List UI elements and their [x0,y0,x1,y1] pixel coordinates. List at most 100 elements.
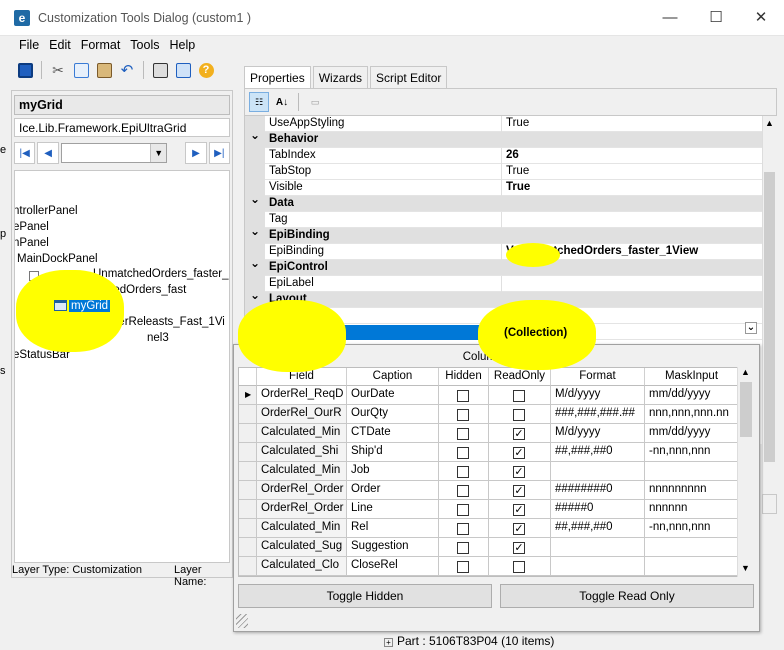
cell-field[interactable]: OrderRel_Order [257,481,347,500]
row-selector[interactable] [239,538,257,557]
cell-caption[interactable]: OurQty [347,405,439,424]
save-button[interactable] [14,59,36,81]
cell-readonly[interactable]: ✓ [489,500,551,519]
cell-hidden[interactable] [439,443,489,462]
help-button[interactable]: ? [195,59,217,81]
cell-field[interactable]: OrderRel_Order [257,500,347,519]
chevron-down-icon[interactable]: ⌄ [745,322,757,334]
property-value[interactable] [501,276,762,292]
property-row[interactable]: UseAppStyling True [245,116,762,132]
columns-value[interactable]: (Collection) [504,327,567,339]
cell-format[interactable] [551,462,645,481]
tree-item[interactable]: nel3 [147,332,169,344]
tab-properties[interactable]: Properties [244,66,311,88]
table-row[interactable]: OrderRel_Order Order ✓ ########0 nnnnnnnnn [239,481,739,500]
checkbox[interactable] [457,504,469,516]
alphabetical-button[interactable]: A↓ [272,92,292,112]
print-button[interactable] [149,59,171,81]
tab-script-editor[interactable]: Script Editor [370,66,448,88]
checkbox[interactable] [513,390,525,402]
checkbox[interactable] [457,447,469,459]
cell-hidden[interactable] [439,519,489,538]
tree-item[interactable]: nPanel [15,237,49,249]
cell-caption[interactable]: Job [347,462,439,481]
cell-format[interactable]: ########0 [551,481,645,500]
cell-readonly[interactable] [489,405,551,424]
menu-format[interactable]: Format [76,36,126,56]
part-tree-item[interactable]: + Part : 5106T83P04 (10 items) [384,634,554,648]
print-preview-button[interactable] [172,59,194,81]
property-category[interactable]: Data [245,192,762,212]
cell-format[interactable] [551,557,645,576]
property-value[interactable]: True [501,116,762,132]
column-header[interactable]: Hidden [439,368,489,386]
grid-tree-item[interactable]: myGrid [54,300,111,312]
checkbox[interactable]: ✓ [513,542,525,554]
cell-format[interactable]: ###,###,###.## [551,405,645,424]
column-header[interactable]: MaskInput [645,368,739,386]
checkbox[interactable] [457,523,469,535]
row-selector[interactable] [239,462,257,481]
checkbox[interactable]: ✓ [513,504,525,516]
toggle-read-only-button[interactable]: Toggle Read Only [500,584,754,608]
cell-readonly[interactable]: ✓ [489,462,551,481]
menu-tools[interactable]: Tools [125,36,164,56]
cell-mask[interactable]: nnnnnnnnn [645,481,739,500]
checkbox[interactable]: ✓ [513,485,525,497]
table-row[interactable]: Calculated_Clo CloseRel [239,557,739,576]
columns-grid[interactable]: Field Caption Hidden ReadOnly Format MaskInpu… [238,367,754,577]
resize-grip[interactable] [236,614,248,628]
row-selector[interactable] [239,557,257,576]
cell-readonly[interactable]: ✓ [489,443,551,462]
control-tree[interactable]: ntrollerPanel ePanel nPanel MainDockPane… [14,170,230,563]
toggle-hidden-button[interactable]: Toggle Hidden [238,584,492,608]
cell-mask[interactable]: -nn,nnn,nnn [645,519,739,538]
row-selector[interactable] [239,500,257,519]
table-row[interactable]: Calculated_Shi Ship'd ✓ ##,###,##0 -nn,nnn,n… [239,443,739,462]
checkbox[interactable]: ✓ [513,466,525,478]
property-row[interactable]: Visible True [245,180,762,196]
checkbox[interactable] [513,409,525,421]
row-selector[interactable] [239,443,257,462]
row-selector[interactable] [239,424,257,443]
property-value[interactable] [501,212,762,228]
property-row[interactable]: TabStop True [245,164,762,180]
cell-caption[interactable]: OurDate [347,386,439,405]
cell-caption[interactable]: CTDate [347,424,439,443]
menu-file[interactable]: File [14,36,44,56]
cell-caption[interactable]: Suggestion [347,538,439,557]
table-row[interactable]: Calculated_Min CTDate ✓ M/d/yyyy mm/dd/yyyy [239,424,739,443]
tree-item[interactable]: MainDockPanel [17,253,98,265]
cell-readonly[interactable]: ✓ [489,481,551,500]
property-row[interactable]: EpiLabel [245,276,762,292]
checkbox[interactable]: ✓ [513,428,525,440]
tree-item[interactable]: ntrollerPanel [15,205,78,217]
cell-format[interactable]: M/d/yyyy [551,424,645,443]
property-pages-button[interactable]: ▭ [305,92,325,112]
cell-caption[interactable]: Ship'd [347,443,439,462]
cell-mask[interactable]: -nn,nnn,nnn [645,443,739,462]
minimize-button[interactable]: — [647,6,693,30]
property-category[interactable]: Behavior [245,128,762,148]
menu-help[interactable]: Help [164,36,200,56]
cell-hidden[interactable] [439,557,489,576]
cell-format[interactable] [551,538,645,557]
table-row[interactable]: Calculated_Min Job ✓ [239,462,739,481]
cell-hidden[interactable] [439,462,489,481]
cell-field[interactable]: Calculated_Min [257,519,347,538]
undo-button[interactable]: ↶ [116,59,138,81]
table-row[interactable]: Calculated_Sug Suggestion ✓ [239,538,739,557]
close-button[interactable]: ✕ [738,6,784,30]
cell-readonly[interactable] [489,557,551,576]
control-selector[interactable]: ▼ [60,143,168,163]
cell-mask[interactable] [645,462,739,481]
checkbox[interactable] [513,561,525,573]
property-value[interactable]: True [501,164,762,180]
categorized-button[interactable]: ☷ [249,92,269,112]
property-value[interactable]: True [501,180,762,196]
checkbox[interactable] [457,542,469,554]
cell-format[interactable]: M/d/yyyy [551,386,645,405]
last-button[interactable]: ▶| [208,142,230,164]
cell-caption[interactable]: Order [347,481,439,500]
cell-field[interactable]: Calculated_Clo [257,557,347,576]
